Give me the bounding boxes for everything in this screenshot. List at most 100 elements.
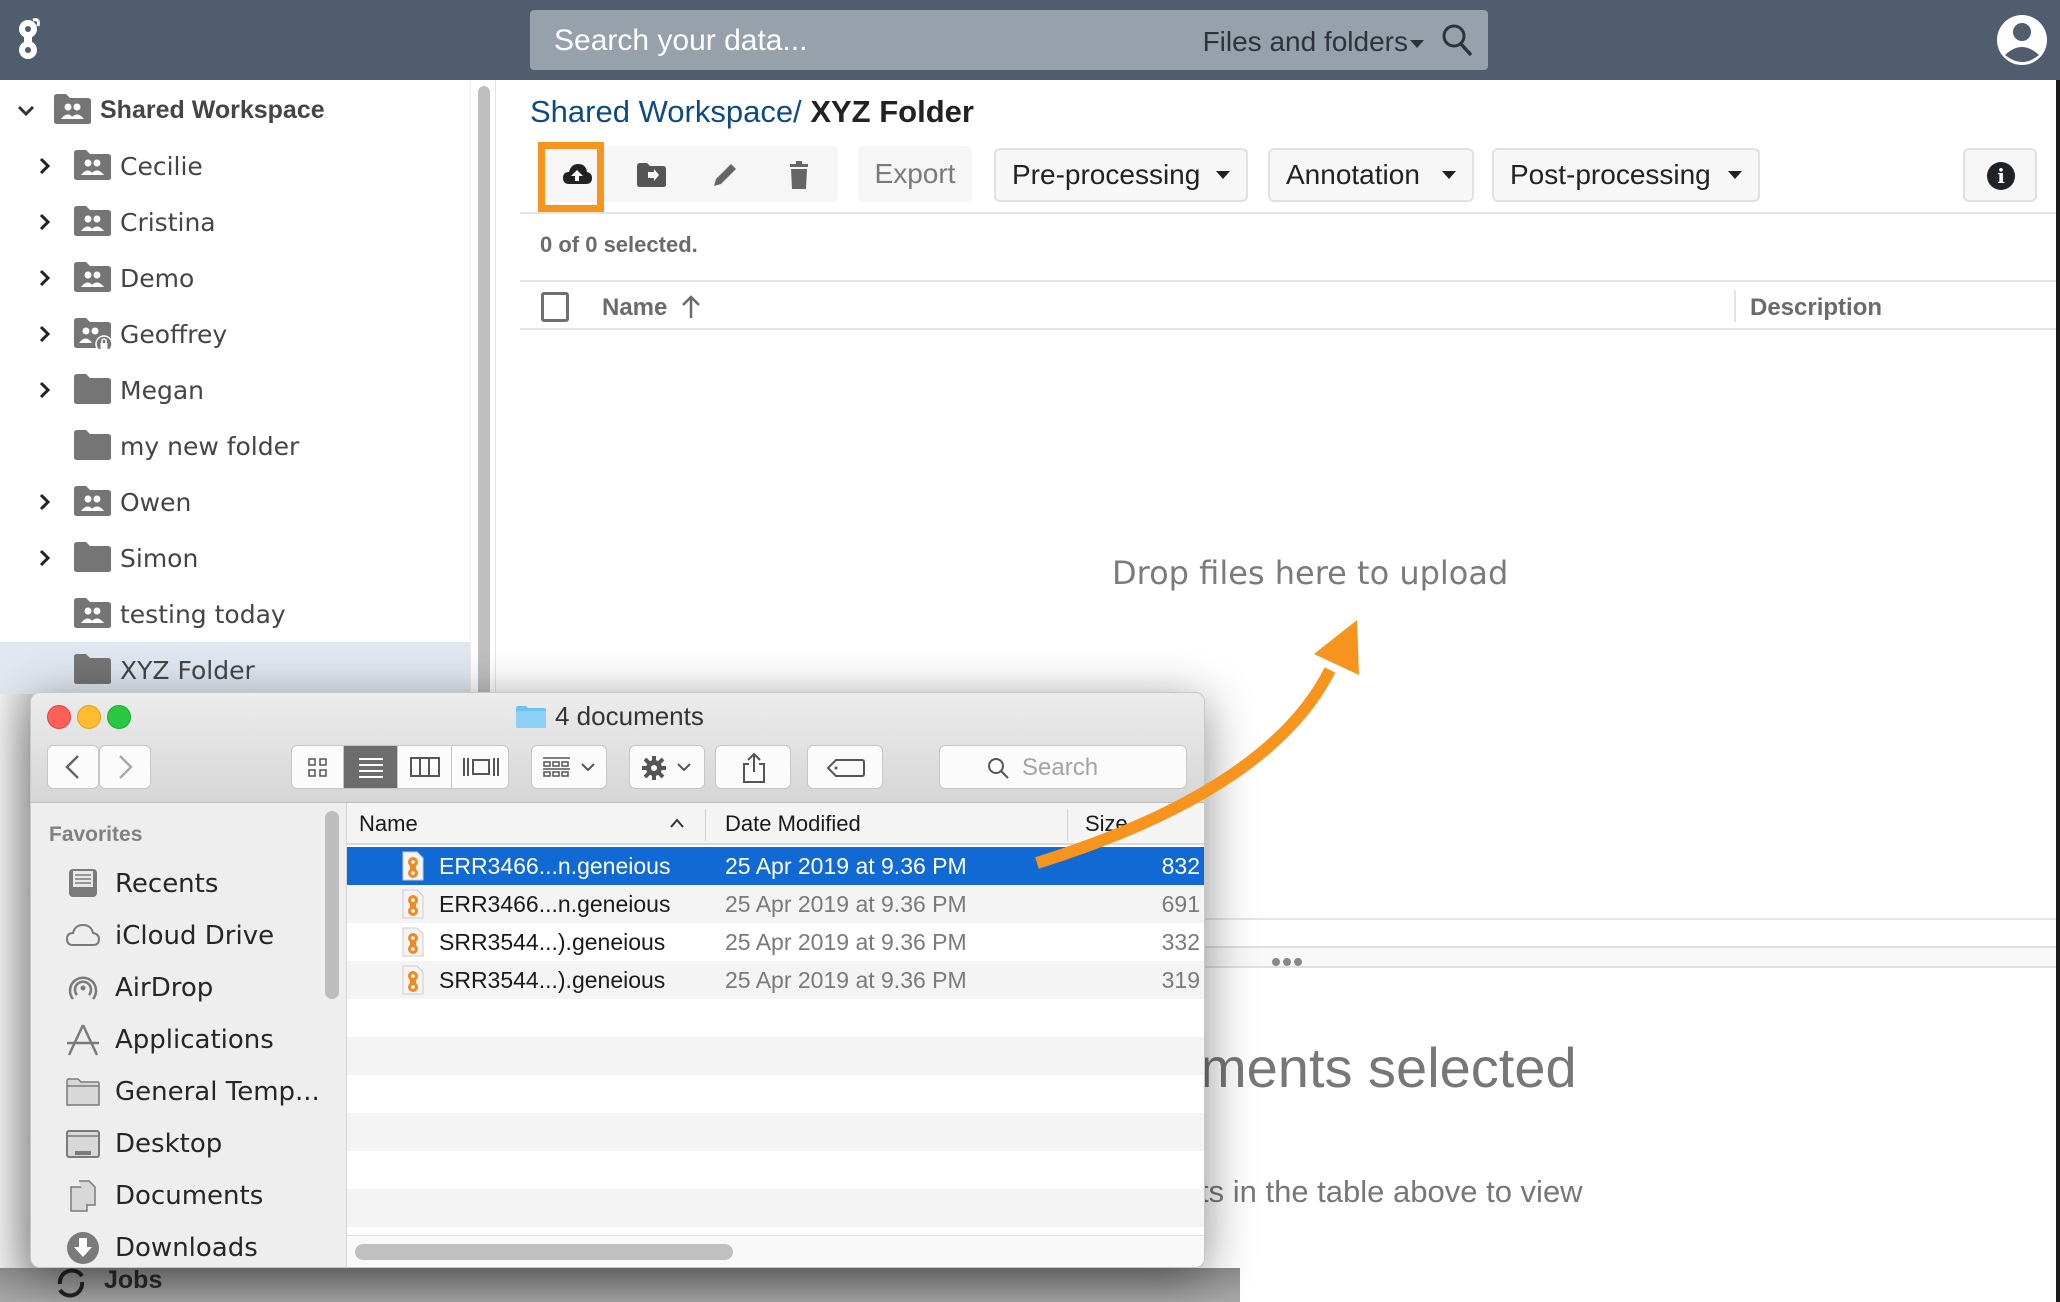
shared-folder-icon	[74, 206, 111, 236]
column-header-name[interactable]: Name	[359, 811, 418, 837]
geneious-file-icon	[402, 927, 424, 957]
file-name: SRR3544...).geneious	[439, 967, 666, 993]
tree-item[interactable]: Cristina	[0, 194, 470, 250]
finder-sidebar-item[interactable]: Downloads	[31, 1223, 331, 1267]
column-separator[interactable]	[1067, 809, 1068, 841]
tree-item[interactable]: testing today	[0, 586, 470, 642]
column-header-size[interactable]: Size	[1085, 811, 1128, 837]
airdrop-icon	[68, 976, 98, 1000]
documents-icon	[70, 1180, 96, 1212]
finder-sidebar-item[interactable]: Applications	[31, 1015, 331, 1067]
folder-move-icon	[637, 163, 666, 187]
group-by-button[interactable]	[531, 745, 607, 789]
column-header-date-modified[interactable]: Date Modified	[725, 811, 861, 837]
search-icon[interactable]	[1440, 22, 1474, 58]
icon-view-button[interactable]	[292, 746, 344, 788]
upload-highlight-box	[538, 142, 604, 212]
select-all-checkbox[interactable]	[541, 292, 569, 322]
tree-item[interactable]: Megan	[0, 362, 470, 418]
action-menu-button[interactable]	[629, 745, 705, 789]
column-header-name[interactable]: Name	[602, 294, 667, 322]
breadcrumb-parent-link[interactable]: Shared Workspace/	[530, 94, 802, 129]
global-search[interactable]: Search your data... Files and folders	[530, 10, 1488, 70]
move-button[interactable]	[614, 146, 688, 202]
view-mode-segmented	[291, 745, 509, 789]
finder-sidebar-scrollbar[interactable]	[325, 811, 339, 999]
annotation-dropdown[interactable]: Annotation	[1268, 148, 1474, 202]
chevron-right-icon[interactable]	[38, 212, 52, 232]
tree-item[interactable]: Owen	[0, 474, 470, 530]
zoom-window-button[interactable]	[107, 705, 131, 729]
empty-row	[347, 1075, 1204, 1113]
finder-sidebar-item[interactable]: Recents	[31, 859, 331, 911]
finder-search-field[interactable]: Search	[939, 745, 1187, 789]
postprocessing-dropdown[interactable]: Post-processing	[1492, 148, 1760, 202]
tree-item[interactable]: Demo	[0, 250, 470, 306]
finder-sidebar-item[interactable]: iCloud Drive	[31, 911, 331, 963]
chevron-right-icon[interactable]	[38, 156, 52, 176]
file-date-modified: 25 Apr 2019 at 9.36 PM	[725, 929, 967, 955]
tree-item[interactable]: Cecilie	[0, 138, 470, 194]
finder-sidebar-item[interactable]: Documents	[31, 1171, 331, 1223]
search-scope-dropdown[interactable]: Files and folders	[1203, 26, 1408, 58]
file-size: 691	[1161, 891, 1200, 917]
gallery-view-button[interactable]	[452, 746, 508, 788]
file-row[interactable]: SRR3544...).geneious 25 Apr 2019 at 9.36 …	[347, 961, 1204, 999]
file-row[interactable]: ERR3466...n.geneious 25 Apr 2019 at 9.36 …	[347, 885, 1204, 923]
close-window-button[interactable]	[47, 705, 71, 729]
tree-item-shared-workspace[interactable]: Shared Workspace	[0, 82, 470, 138]
finder-sidebar-item[interactable]: AirDrop	[31, 963, 331, 1015]
column-separator[interactable]	[705, 809, 706, 841]
share-button[interactable]	[715, 745, 791, 789]
rename-button[interactable]	[688, 146, 762, 202]
finder-window: 4 documents Search Favorites Recents iCl…	[30, 692, 1205, 1268]
sort-ascending-icon[interactable]	[680, 294, 702, 320]
back-button[interactable]	[47, 745, 99, 789]
minimize-window-button[interactable]	[77, 705, 101, 729]
file-date-modified: 25 Apr 2019 at 9.36 PM	[725, 853, 967, 879]
chevron-right-icon[interactable]	[38, 492, 52, 512]
chevron-down-icon[interactable]	[16, 104, 36, 118]
export-button[interactable]: Export	[858, 146, 972, 202]
list-icon	[359, 758, 383, 778]
file-row[interactable]: ERR3466...n.geneious 25 Apr 2019 at 9.36 …	[347, 847, 1204, 885]
chevron-right-icon[interactable]	[38, 548, 52, 568]
chevron-right-icon[interactable]	[38, 324, 52, 344]
desktop-icon	[66, 1130, 100, 1158]
file-name: SRR3544...).geneious	[439, 929, 666, 955]
sort-ascending-icon[interactable]	[669, 817, 685, 829]
empty-row	[347, 1189, 1204, 1227]
forward-button[interactable]	[99, 745, 151, 789]
chevron-right-icon[interactable]	[38, 268, 52, 288]
scrollbar-thumb[interactable]	[355, 1244, 733, 1260]
finder-titlebar[interactable]: 4 documents Search	[31, 693, 1204, 803]
user-circle-icon[interactable]	[1996, 13, 2048, 67]
chevron-right-icon[interactable]	[38, 380, 52, 400]
geneious-logo-icon[interactable]	[14, 16, 44, 62]
tags-button[interactable]	[807, 745, 883, 789]
column-view-button[interactable]	[398, 746, 452, 788]
tree-item[interactable]: my new folder	[0, 418, 470, 474]
file-row[interactable]: SRR3544...).geneious 25 Apr 2019 at 9.36 …	[347, 923, 1204, 961]
window-shadow: Jobs	[0, 1266, 1240, 1302]
postprocessing-label: Post-processing	[1510, 159, 1711, 190]
delete-button[interactable]	[762, 146, 836, 202]
tree-item[interactable]: Simon	[0, 530, 470, 586]
jobs-label[interactable]: Jobs	[104, 1266, 162, 1295]
finder-sidebar-item[interactable]: General Temp...	[31, 1067, 331, 1119]
caret-down-icon[interactable]	[1410, 40, 1424, 48]
finder-horizontal-scrollbar[interactable]	[347, 1235, 1204, 1267]
list-view-button[interactable]	[344, 746, 398, 788]
tree-item[interactable]: Geoffrey	[0, 306, 470, 362]
preprocessing-dropdown[interactable]: Pre-processing	[994, 148, 1248, 202]
finder-sidebar-item[interactable]: Desktop	[31, 1119, 331, 1171]
shared-folder-icon	[54, 94, 91, 124]
search-input[interactable]: Search your data...	[554, 24, 807, 58]
column-header-description[interactable]: Description	[1750, 294, 1882, 322]
finder-search-input[interactable]: Search	[1022, 754, 1098, 782]
folder-icon	[74, 374, 111, 404]
info-button[interactable]: i	[1963, 148, 2037, 202]
column-resize-handle[interactable]	[1734, 290, 1736, 322]
tree-item[interactable]: XYZ Folder	[0, 642, 470, 698]
trash-icon	[790, 161, 808, 189]
